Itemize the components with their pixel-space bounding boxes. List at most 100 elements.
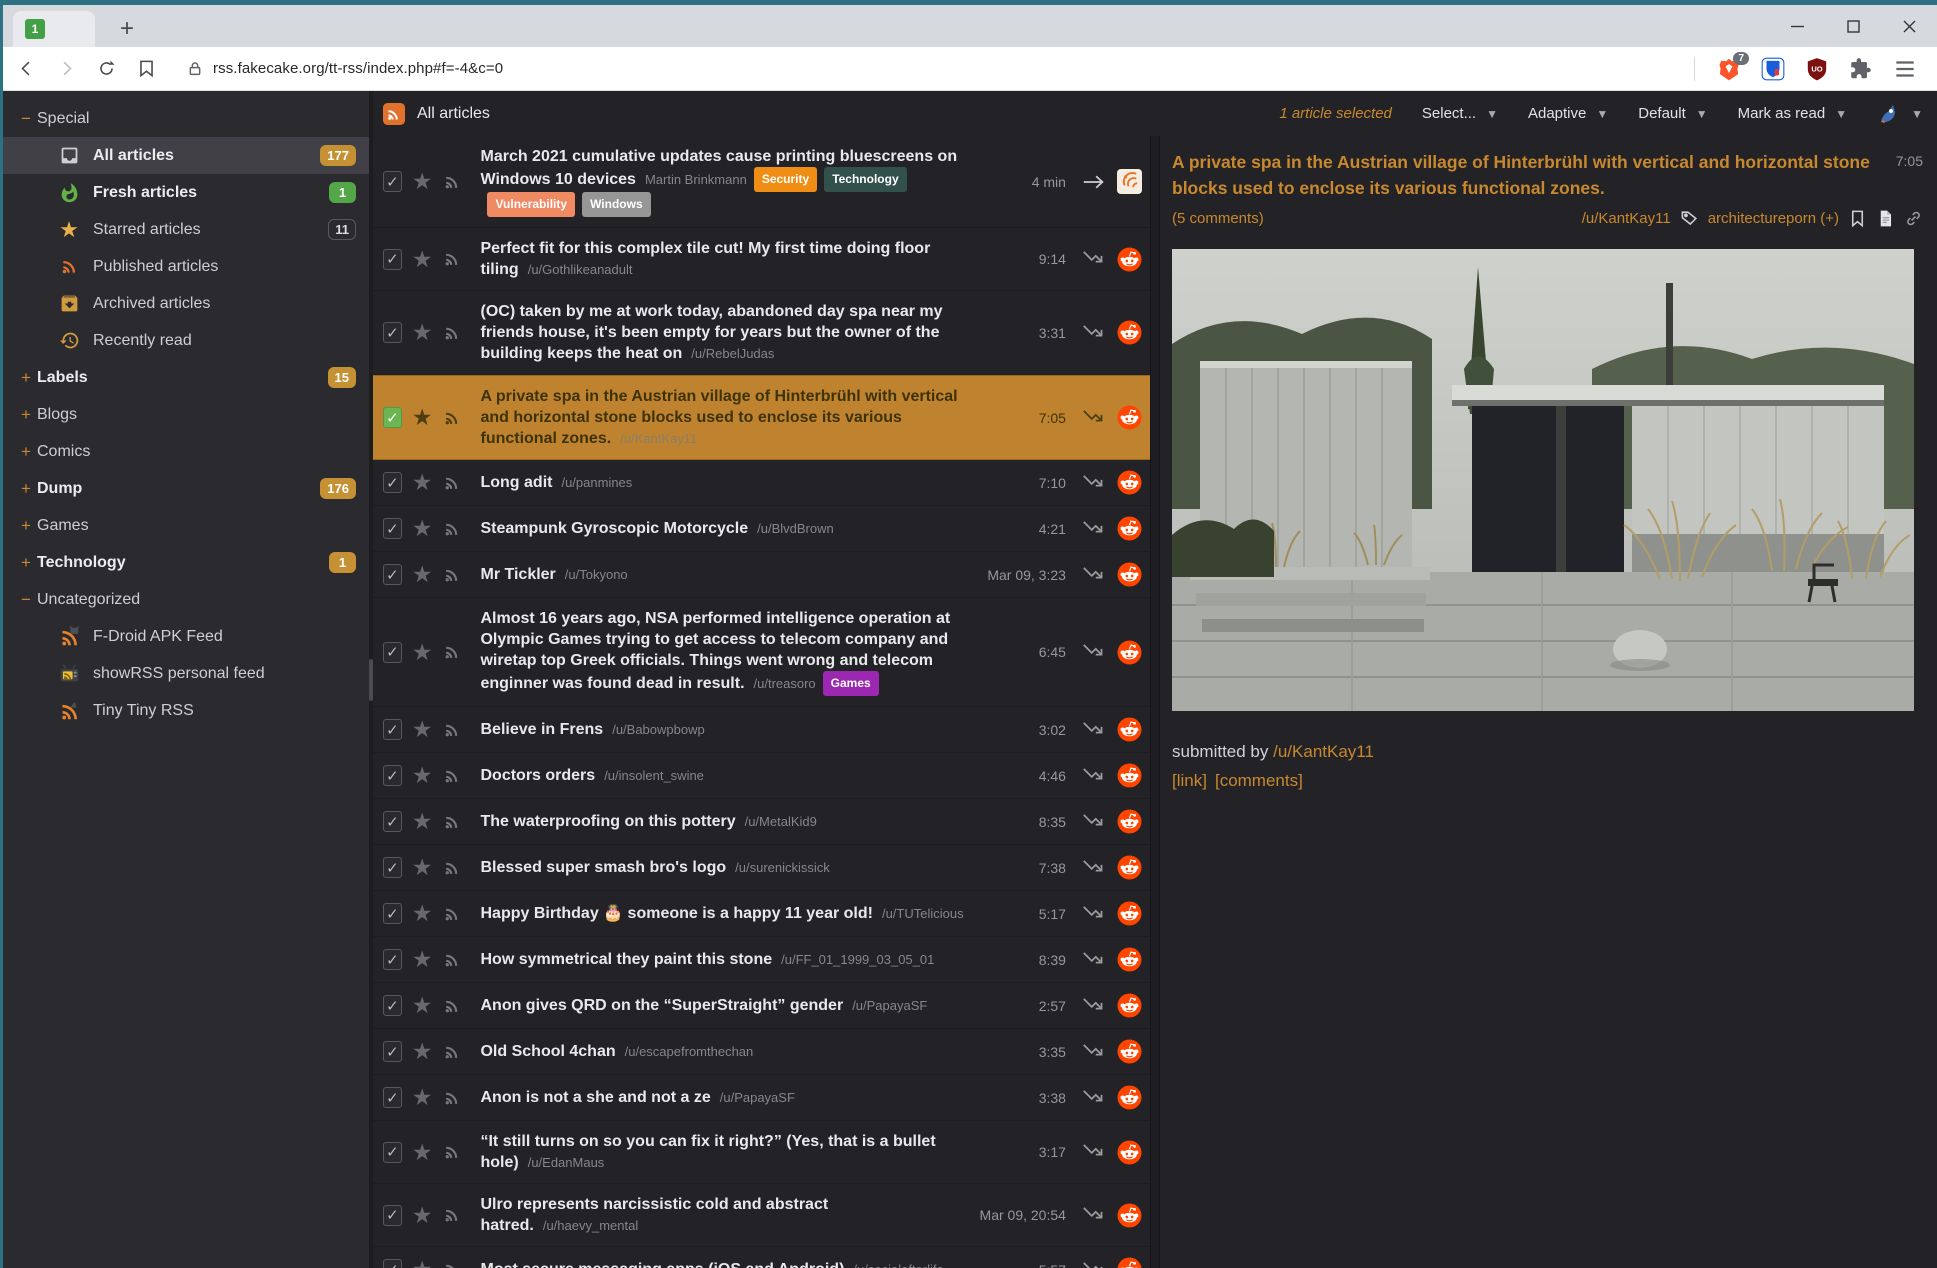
sidebar-item-labels[interactable]: +Labels15 <box>3 359 369 396</box>
share-zigzag-icon[interactable] <box>1082 518 1105 540</box>
article-tag-security[interactable]: Security <box>754 167 817 192</box>
share-zigzag-icon[interactable] <box>1082 407 1105 429</box>
article-checkbox[interactable]: ✓ <box>383 642 402 663</box>
sidebar-item-starred-articles[interactable]: ★Starred articles11 <box>3 211 369 248</box>
open-arrow-icon[interactable] <box>1082 171 1105 193</box>
share-zigzag-icon[interactable] <box>1082 949 1105 971</box>
article-row[interactable]: ✓★Believe in Frens/u/Babowpbowp3:02 <box>373 707 1150 753</box>
article-checkbox[interactable]: ✓ <box>383 1259 402 1268</box>
share-zigzag-icon[interactable] <box>1082 322 1105 344</box>
article-checkbox[interactable]: ✓ <box>383 765 402 786</box>
comments-link[interactable]: [comments] <box>1215 771 1303 791</box>
expand-icon[interactable]: + <box>15 405 37 425</box>
article-row[interactable]: ✓★Old School 4chan/u/escapefromthechan3:… <box>373 1029 1150 1075</box>
comments-count-link[interactable]: (5 comments) <box>1172 210 1264 227</box>
star-icon[interactable]: ★ <box>412 1086 433 1109</box>
article-title[interactable]: Anon gives QRD on the “SuperStraight” ge… <box>480 997 843 1014</box>
sidebar-splitter[interactable] <box>369 91 373 1268</box>
article-title[interactable]: Most secure messaging apps (iOS and Andr… <box>480 1261 844 1268</box>
sidebar-item-comics[interactable]: +Comics <box>3 433 369 470</box>
note-document-icon[interactable] <box>1876 209 1895 228</box>
back-icon[interactable] <box>9 52 43 86</box>
article-row[interactable]: ✓★Most secure messaging apps (iOS and An… <box>373 1247 1150 1268</box>
maximize-icon[interactable] <box>1825 5 1881 47</box>
profile-menu[interactable]: ▼ <box>1877 102 1923 126</box>
article-title[interactable]: Anon is not a she and not a ze <box>480 1089 710 1106</box>
star-icon[interactable]: ★ <box>412 902 433 925</box>
star-icon[interactable]: ★ <box>412 1141 433 1164</box>
article-title[interactable]: Ulro represents narcissistic cold and ab… <box>480 1196 828 1234</box>
article-title[interactable]: Happy Birthday 🎂 someone is a happy 11 y… <box>480 905 872 922</box>
extensions-puzzle-icon[interactable] <box>1848 56 1874 82</box>
article-row[interactable]: ✓★Perfect fit for this complex tile cut!… <box>373 228 1150 291</box>
share-zigzag-icon[interactable] <box>1082 1141 1105 1163</box>
article-row[interactable]: ✓★Anon gives QRD on the “SuperStraight” … <box>373 983 1150 1029</box>
bookmark-icon[interactable] <box>129 52 163 86</box>
article-checkbox[interactable]: ✓ <box>383 322 402 343</box>
article-checkbox[interactable]: ✓ <box>383 472 402 493</box>
star-icon[interactable]: ★ <box>412 764 433 787</box>
bitwarden-icon[interactable] <box>1760 56 1786 82</box>
sidebar-item-showrss-personal-feed[interactable]: showRSS personal feed <box>3 655 369 692</box>
star-icon[interactable]: ★ <box>412 471 433 494</box>
article-tag-windows[interactable]: Windows <box>582 192 651 217</box>
publish-bookmark-icon[interactable] <box>1848 209 1867 228</box>
browser-tab[interactable]: 1 <box>13 11 95 47</box>
sidebar-item-tiny-tiny-rss[interactable]: Tiny Tiny RSS <box>3 692 369 729</box>
ublock-origin-icon[interactable]: UO <box>1804 56 1830 82</box>
share-zigzag-icon[interactable] <box>1082 765 1105 787</box>
external-link[interactable]: [link] <box>1172 771 1207 791</box>
article-checkbox[interactable]: ✓ <box>383 903 402 924</box>
article-row[interactable]: ✓★Long adit/u/panmines7:10 <box>373 460 1150 506</box>
share-zigzag-icon[interactable] <box>1082 248 1105 270</box>
article-row[interactable]: ✓★Steampunk Gyroscopic Motorcycle/u/Blvd… <box>373 506 1150 552</box>
star-icon[interactable]: ★ <box>412 406 433 429</box>
article-row[interactable]: ✓★Anon is not a she and not a ze/u/Papay… <box>373 1075 1150 1121</box>
expand-icon[interactable]: + <box>15 368 37 388</box>
share-zigzag-icon[interactable] <box>1082 1259 1105 1268</box>
minimize-icon[interactable] <box>1769 5 1825 47</box>
article-checkbox[interactable]: ✓ <box>383 407 402 428</box>
share-zigzag-icon[interactable] <box>1082 903 1105 925</box>
submitted-user-link[interactable]: /u/KantKay11 <box>1273 742 1374 761</box>
article-row[interactable]: ✓★The waterproofing on this pottery/u/Me… <box>373 799 1150 845</box>
collapse-icon[interactable]: − <box>15 109 37 129</box>
expand-icon[interactable]: + <box>15 479 37 499</box>
article-title[interactable]: Long adit <box>480 474 552 491</box>
article-title[interactable]: Mr Tickler <box>480 566 555 583</box>
article-row[interactable]: ✓★Blessed super smash bro's logo/u/suren… <box>373 845 1150 891</box>
share-link-icon[interactable] <box>1904 209 1923 228</box>
sidebar-item-dump[interactable]: +Dump176 <box>3 470 369 507</box>
article-row[interactable]: ✓★Ulro represents narcissistic cold and … <box>373 1184 1150 1247</box>
article-checkbox[interactable]: ✓ <box>383 1041 402 1062</box>
article-title[interactable]: Almost 16 years ago, NSA performed intel… <box>480 610 950 692</box>
share-zigzag-icon[interactable] <box>1082 857 1105 879</box>
share-zigzag-icon[interactable] <box>1082 564 1105 586</box>
article-tag-technology[interactable]: Technology <box>824 167 906 192</box>
article-title-link[interactable]: A private spa in the Austrian village of… <box>1172 149 1896 201</box>
article-title[interactable]: Steampunk Gyroscopic Motorcycle <box>480 520 748 537</box>
article-title[interactable]: Blessed super smash bro's logo <box>480 859 726 876</box>
article-tag-link[interactable]: architectureporn (+) <box>1708 210 1839 227</box>
article-title[interactable]: How symmetrical they paint this stone <box>480 951 772 968</box>
star-icon[interactable]: ★ <box>412 994 433 1017</box>
star-icon[interactable]: ★ <box>412 170 433 193</box>
pane-splitter[interactable] <box>1150 136 1160 1268</box>
close-icon[interactable] <box>1881 5 1937 47</box>
article-checkbox[interactable]: ✓ <box>383 171 402 192</box>
article-author-link[interactable]: /u/KantKay11 <box>1582 210 1671 227</box>
expand-icon[interactable]: + <box>15 516 37 536</box>
splitter-grip[interactable] <box>369 659 373 701</box>
star-icon[interactable]: ★ <box>412 856 433 879</box>
article-row[interactable]: ✓★How symmetrical they paint this stone/… <box>373 937 1150 983</box>
reload-icon[interactable] <box>89 52 123 86</box>
star-icon[interactable]: ★ <box>412 563 433 586</box>
sidebar-item-blogs[interactable]: +Blogs <box>3 396 369 433</box>
share-zigzag-icon[interactable] <box>1082 719 1105 741</box>
sidebar-item-uncategorized[interactable]: −Uncategorized <box>3 581 369 618</box>
article-checkbox[interactable]: ✓ <box>383 1205 402 1226</box>
article-checkbox[interactable]: ✓ <box>383 857 402 878</box>
sidebar-item-all-articles[interactable]: All articles177 <box>3 137 369 174</box>
article-checkbox[interactable]: ✓ <box>383 1142 402 1163</box>
article-checkbox[interactable]: ✓ <box>383 719 402 740</box>
